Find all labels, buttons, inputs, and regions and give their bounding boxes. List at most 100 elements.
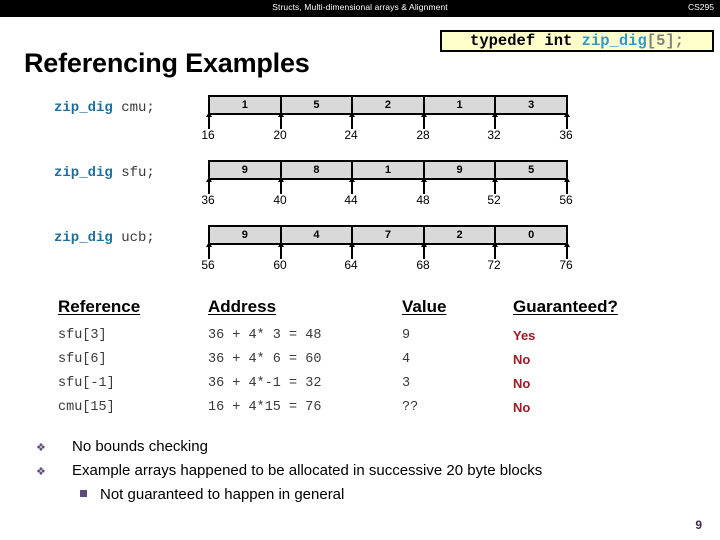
cell-reference: sfu[6]: [58, 352, 107, 367]
array-variable-name: cmu;: [112, 100, 155, 116]
array-cell: 1: [425, 97, 497, 113]
array-variable-name: sfu;: [112, 165, 155, 181]
bullet-item-2-text: Example arrays happened to be allocated …: [72, 462, 543, 479]
address-labels: 16 20 24 28 32 36: [201, 128, 572, 144]
array-cell: 9: [210, 162, 282, 178]
typedef-suffix: [5];: [646, 32, 684, 50]
array-cell: 3: [528, 99, 535, 111]
page-number: 9: [695, 518, 702, 532]
tick-mark: [494, 245, 496, 259]
tick-mark: [280, 115, 282, 129]
address-label: 56: [201, 258, 215, 272]
tick-mark: [208, 180, 210, 194]
address-label: 40: [273, 193, 287, 207]
array-type-name: zip_dig: [54, 165, 113, 181]
array-type-name: zip_dig: [54, 230, 113, 246]
diamond-bullet-icon: ❖: [36, 442, 46, 454]
cell-guaranteed: No: [513, 352, 531, 367]
address-label: 36: [201, 193, 215, 207]
array-cell: 9: [425, 162, 497, 178]
tick-mark: [494, 180, 496, 194]
column-header-guaranteed: Guaranteed?: [513, 297, 618, 316]
cell-value: 4: [402, 352, 411, 367]
array-cell: 1: [353, 162, 425, 178]
address-label: 36: [559, 128, 573, 142]
address-label: 44: [344, 193, 358, 207]
address-label: 16: [201, 128, 215, 142]
array-cell: 9: [210, 227, 282, 243]
cell-value: 3: [402, 376, 411, 391]
array-declaration-label: zip_dig sfu;: [54, 165, 155, 181]
array-declaration-label: zip_dig ucb;: [54, 230, 155, 246]
typedef-type-name: zip_dig: [581, 32, 647, 50]
address-label: 48: [416, 193, 430, 207]
cell-value: ??: [402, 400, 419, 415]
tick-mark: [280, 245, 282, 259]
array-cell: 4: [282, 227, 354, 243]
address-label: 24: [344, 128, 358, 142]
array-cell: 2: [353, 97, 425, 113]
cell-guaranteed: No: [513, 376, 531, 391]
address-label: 56: [559, 193, 573, 207]
cell-address: 36 + 4*-1 = 32: [208, 376, 322, 391]
array-cell: 2: [425, 227, 497, 243]
typedef-keyword: typedef int: [470, 32, 582, 50]
tick-mark: [566, 180, 568, 194]
address-label: 68: [416, 258, 430, 272]
tick-mark: [280, 180, 282, 194]
cell-reference: sfu[3]: [58, 328, 107, 343]
address-label: 72: [487, 258, 501, 272]
array-cell: 0: [528, 229, 535, 241]
cell-address: 36 + 4* 6 = 60: [208, 352, 322, 367]
array-cell: 5: [528, 164, 535, 176]
tick-mark: [351, 180, 353, 194]
tick-mark: [423, 180, 425, 194]
table-row: sfu[3] 36 + 4* 3 = 48 9 Yes: [0, 328, 720, 350]
address-label: 60: [273, 258, 287, 272]
tick-mark: [566, 115, 568, 129]
array-type-name: zip_dig: [54, 100, 113, 116]
array-cells: 15213: [208, 95, 568, 115]
tick-mark: [351, 245, 353, 259]
tick-mark: [494, 115, 496, 129]
address-label: 76: [559, 258, 573, 272]
address-ticks: [206, 112, 570, 129]
banner-course-code: CS295: [688, 2, 714, 12]
tick-mark: [423, 115, 425, 129]
tick-mark: [423, 245, 425, 259]
cell-guaranteed: Yes: [513, 328, 536, 343]
address-labels: 36 40 44 48 52 56: [201, 193, 572, 209]
square-bullet-icon: [80, 490, 87, 497]
array-cell: 8: [282, 162, 354, 178]
column-header-address: Address: [208, 297, 277, 316]
sub-bullet-item-1-text: Not guaranteed to happen in general: [100, 486, 345, 503]
typedef-code-box: typedef int zip_dig [5];: [440, 30, 714, 52]
table-row: sfu[6] 36 + 4* 6 = 60 4 No: [0, 352, 720, 374]
column-header-value: Value: [402, 297, 447, 316]
array-variable-name: ucb;: [112, 230, 155, 246]
cell-reference: cmu[15]: [58, 400, 115, 415]
cell-guaranteed: No: [513, 400, 531, 415]
array-cell: 5: [282, 97, 354, 113]
address-label: 32: [487, 128, 501, 142]
cell-value: 9: [402, 328, 411, 343]
table-row: cmu[15] 16 + 4*15 = 76?? No: [0, 400, 720, 422]
array-cells: 9472 0: [208, 225, 568, 245]
tick-mark: [208, 115, 210, 129]
table-row: sfu[-1] 36 + 4*-1 = 32 3 No: [0, 376, 720, 398]
cell-reference: sfu[-1]: [58, 376, 115, 391]
address-ticks: [206, 242, 570, 259]
array-cells: 98195: [208, 160, 568, 180]
address-label: 28: [416, 128, 430, 142]
tick-mark: [351, 115, 353, 129]
table-header-row: Reference Address Value Guaranteed?: [0, 297, 720, 321]
address-label: 52: [487, 193, 501, 207]
address-label: 64: [344, 258, 358, 272]
array-cell: 7: [353, 227, 425, 243]
cell-address: 16 + 4*15 = 76: [208, 400, 322, 415]
array-cell: 1: [210, 97, 282, 113]
address-labels: 56 60 64 68 72 76: [201, 258, 572, 274]
column-header-reference: Reference: [58, 297, 141, 316]
tick-mark: [566, 245, 568, 259]
array-declaration-label: zip_dig cmu;: [54, 100, 155, 116]
